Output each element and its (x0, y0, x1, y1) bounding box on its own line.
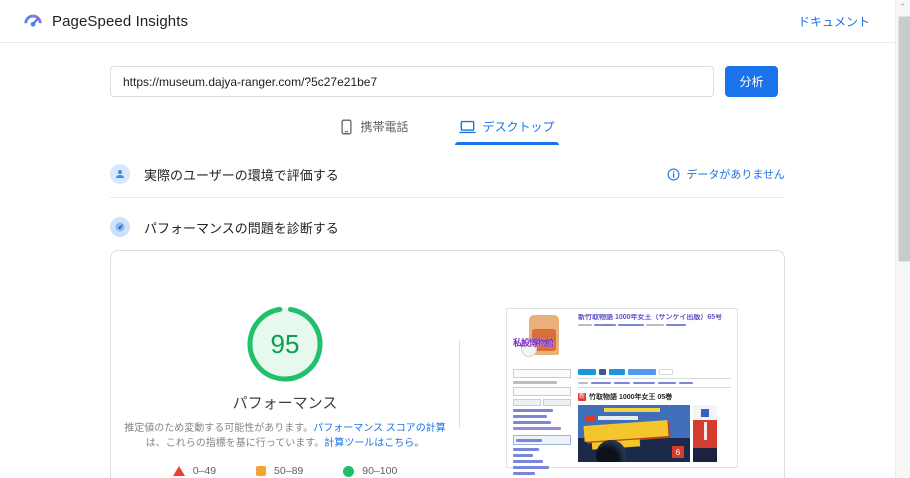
thumb-whitespace (578, 326, 731, 369)
app-header: PageSpeed Insights ドキュメント (0, 0, 910, 43)
thumb-link (513, 466, 549, 469)
note-text-1: 推定値のため変動する可能性があります。 (124, 423, 314, 434)
report-card: 95 パフォーマンス 推定値のため変動する可能性があります。パフォーマンス スコ… (110, 250, 785, 478)
note-text-2: は、これらの指標を基に行っています。 (145, 438, 325, 449)
thumb-list-title-bar (516, 438, 542, 442)
tab-desktop-label: デスクトップ (482, 120, 555, 134)
thumb-site-logo: 私設博物館 (513, 314, 571, 366)
analyze-button[interactable]: 分析 (725, 66, 778, 97)
thumb-sidebar: 私設博物館 (513, 314, 571, 475)
thumb-article-heading: 新 竹取物語 1000年女王 05巻 (578, 392, 731, 402)
no-data-label: データがありません (686, 169, 785, 181)
score-value: 95 (270, 328, 300, 359)
green-circle-icon (343, 465, 355, 477)
score-calc-link[interactable]: パフォーマンス スコアの計算 (313, 423, 446, 434)
device-tabs: 携帯電話 デスクトップ (110, 114, 785, 145)
score-note: 推定値のため変動する可能性があります。パフォーマンス スコアの計算は、これらの指… (120, 421, 450, 451)
thumb-divider (578, 377, 731, 379)
pagespeed-logo-icon (24, 14, 42, 27)
thumb-comic-cover-image: 6 (578, 405, 690, 462)
no-data-status[interactable]: データがありません (667, 166, 785, 182)
thumb-article-images: 6 (578, 405, 731, 462)
thumb-tags-line (578, 381, 731, 384)
app-title: PageSpeed Insights (52, 12, 189, 30)
thumb-search-box (513, 387, 571, 396)
thumb-pocket-button (659, 368, 673, 375)
thumb-link (513, 448, 539, 451)
orange-square-icon (256, 466, 267, 476)
thumb-mascot-image (521, 315, 559, 357)
tab-mobile[interactable]: 携帯電話 (336, 114, 412, 145)
legend-item-poor: 0–49 (172, 465, 217, 477)
legend-range-good: 90–100 (362, 465, 398, 477)
thumb-heading-text: 竹取物語 1000年女王 05巻 (589, 394, 673, 401)
section-lab-header[interactable]: パフォーマンスの問題を診断する (110, 217, 785, 237)
thumb-facebook-button (599, 368, 606, 375)
tab-desktop-underline (454, 142, 559, 145)
thumb-hatena-button (628, 368, 656, 375)
thumb-volume-badge: 6 (672, 446, 684, 458)
documentation-link[interactable]: ドキュメント (798, 13, 870, 30)
legend-item-good: 90–100 (343, 465, 397, 477)
thumb-link (513, 421, 551, 424)
thumb-comic-spine-image (693, 405, 717, 462)
url-input[interactable] (110, 66, 714, 97)
analyze-row: 分析 (110, 66, 785, 97)
thumb-tweet-button (578, 368, 596, 375)
thumb-text-line (513, 381, 557, 384)
desktop-icon (458, 120, 476, 133)
thumb-link (513, 454, 533, 457)
thumb-link (513, 415, 547, 418)
window-scrollbar[interactable]: ⌃ (895, 0, 910, 478)
red-triangle-icon (172, 466, 185, 476)
score-legend: 0–49 50–89 90–100 (172, 465, 397, 477)
section-field-header[interactable]: 実際のユーザーの環境で評価する データがありません (110, 164, 785, 184)
main-content: 分析 携帯電話 デスクトップ 実際のユーザーの環境で評価する (110, 66, 785, 478)
section-lab-title: パフォーマンスの問題を診断する (144, 220, 339, 236)
thumb-main: 新竹取物語 1000年女王（サンケイ出版）65号 新 竹取物語 1000年女王 … (578, 314, 731, 462)
thumb-search-buttons (513, 399, 571, 406)
thumb-site-name: 私設博物館 (513, 338, 554, 348)
scrollbar-up-icon[interactable]: ⌃ (899, 3, 908, 12)
section-field-title: 実際のユーザーの環境で評価する (144, 167, 339, 183)
info-icon (667, 168, 680, 180)
thumb-link (513, 427, 561, 430)
scrollbar-thumb[interactable] (898, 16, 910, 262)
screenshot-column: 私設博物館 新竹取物語 1000年女王（サンケイ出版）65号 新 竹取物語 10… (460, 251, 784, 478)
section-divider (110, 197, 785, 198)
tab-mobile-label: 携帯電話 (360, 120, 409, 134)
thumb-list-header (513, 435, 571, 445)
performance-score-gauge[interactable]: 95 (246, 305, 324, 383)
page-screenshot-thumbnail[interactable]: 私設博物館 新竹取物語 1000年女王（サンケイ出版）65号 新 竹取物語 10… (506, 308, 738, 475)
score-column: 95 パフォーマンス 推定値のため変動する可能性があります。パフォーマンス スコ… (111, 251, 459, 478)
thumb-new-badge: 新 (578, 393, 587, 401)
thumb-link (513, 409, 553, 412)
thumb-language-select (513, 369, 571, 378)
legend-range-average: 50–89 (274, 465, 304, 477)
calculator-link[interactable]: 計算ツールはこちら。 (324, 438, 424, 449)
thumb-link (513, 460, 543, 463)
thumb-divider (578, 387, 731, 388)
field-users-icon (110, 164, 130, 184)
thumb-link (513, 472, 535, 475)
legend-range-poor: 0–49 (192, 465, 217, 477)
thumb-share-buttons (578, 368, 731, 375)
mobile-phone-icon (341, 119, 353, 134)
legend-item-average: 50–89 (256, 465, 303, 477)
thumb-page-title: 新竹取物語 1000年女王（サンケイ出版）65号 (578, 314, 723, 321)
score-label: パフォーマンス (232, 395, 338, 412)
tab-desktop[interactable]: デスクトップ (454, 114, 559, 145)
thumb-share-button (609, 368, 625, 375)
lab-gauge-icon (110, 217, 130, 237)
